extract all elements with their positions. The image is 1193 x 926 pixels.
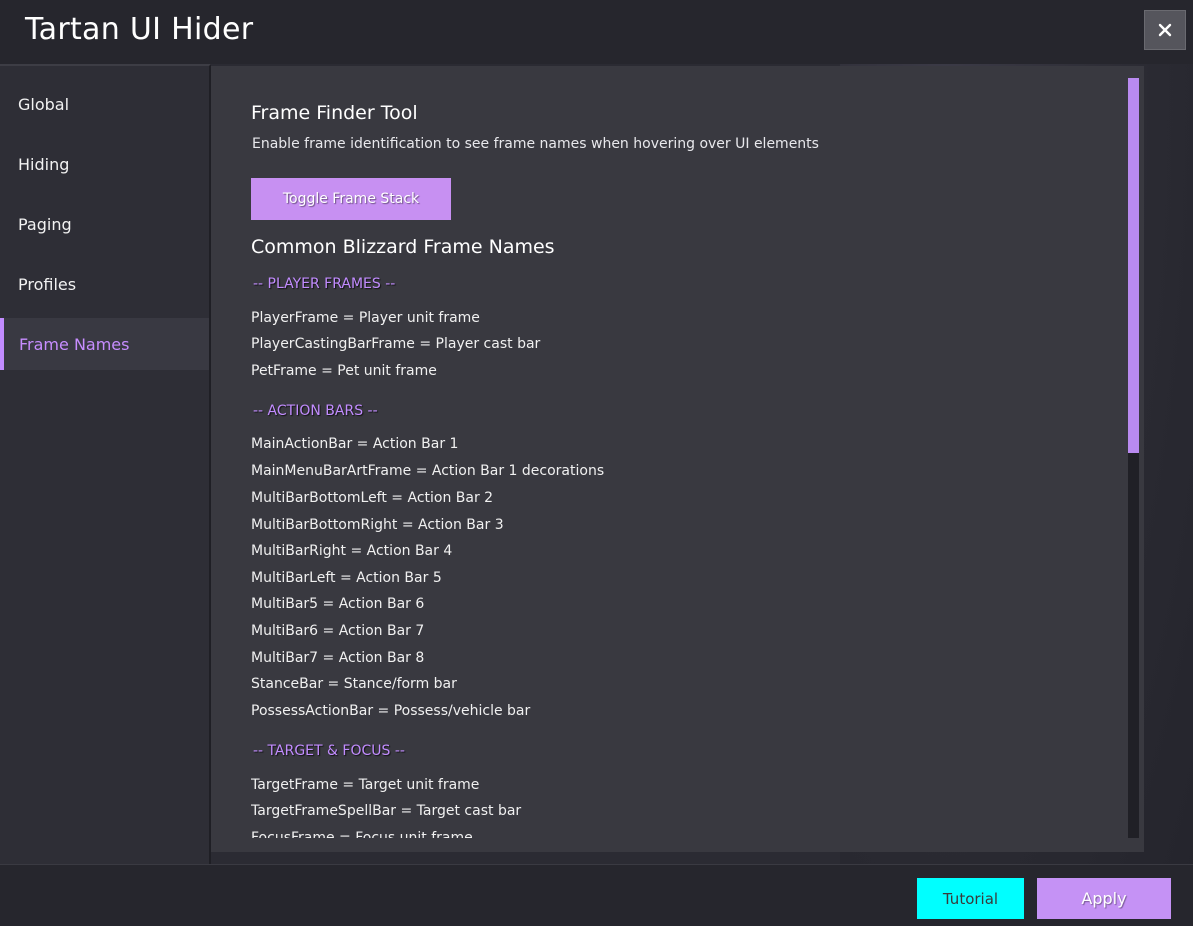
scrollbar[interactable] <box>1128 78 1139 838</box>
sidebar-item-paging[interactable]: Paging <box>0 198 209 250</box>
list-item: PlayerFrame = Player unit frame <box>251 310 480 326</box>
list-item: PossessActionBar = Possess/vehicle bar <box>251 703 531 719</box>
toggle-frame-stack-button[interactable]: Toggle Frame Stack <box>251 178 451 220</box>
scrollbar-thumb[interactable] <box>1128 78 1139 453</box>
sidebar-item-label: Global <box>18 94 70 114</box>
list-item: MultiBar6 = Action Bar 7 <box>251 623 425 639</box>
sidebar-item-label: Frame Names <box>19 334 130 354</box>
footer: Tutorial Apply <box>0 864 1193 926</box>
list-item: StanceBar = Stance/form bar <box>251 676 457 692</box>
sidebar-item-global[interactable]: Global <box>0 78 209 130</box>
window-title: Tartan UI Hider <box>25 12 254 47</box>
group-header-target-focus: -- TARGET & FOCUS -- <box>253 743 405 759</box>
tutorial-button[interactable]: Tutorial <box>917 878 1024 919</box>
frame-names-title: Common Blizzard Frame Names <box>251 236 555 258</box>
list-item: FocusFrame = Focus unit frame <box>251 830 473 838</box>
list-item: MultiBarBottomRight = Action Bar 3 <box>251 517 504 533</box>
list-item: MultiBar5 = Action Bar 6 <box>251 596 425 612</box>
sidebar-item-frame-names[interactable]: Frame Names <box>0 318 209 370</box>
sidebar-item-hiding[interactable]: Hiding <box>0 138 209 190</box>
sidebar: Global Hiding Paging Profiles Frame Name… <box>0 64 211 864</box>
close-icon <box>1158 23 1172 37</box>
list-item: MultiBarRight = Action Bar 4 <box>251 543 453 559</box>
title-bar: Tartan UI Hider <box>0 0 1193 64</box>
list-item: MultiBarLeft = Action Bar 5 <box>251 570 442 586</box>
list-item: MultiBar7 = Action Bar 8 <box>251 650 425 666</box>
list-item: TargetFrame = Target unit frame <box>251 777 480 793</box>
apply-button[interactable]: Apply <box>1037 878 1171 919</box>
close-button[interactable] <box>1144 10 1186 50</box>
list-item: MainMenuBarArtFrame = Action Bar 1 decor… <box>251 463 605 479</box>
content-panel: Frame Finder Tool Enable frame identific… <box>211 66 1144 852</box>
sidebar-item-label: Hiding <box>18 154 70 174</box>
group-header-player-frames: -- PLAYER FRAMES -- <box>253 276 396 292</box>
sidebar-item-label: Profiles <box>18 274 77 294</box>
scroll-content[interactable]: Frame Finder Tool Enable frame identific… <box>251 66 1121 838</box>
group-header-action-bars: -- ACTION BARS -- <box>253 403 378 419</box>
list-item: PetFrame = Pet unit frame <box>251 363 437 379</box>
list-item: PlayerCastingBarFrame = Player cast bar <box>251 336 541 352</box>
list-item: MultiBarBottomLeft = Action Bar 2 <box>251 490 494 506</box>
frame-finder-title: Frame Finder Tool <box>251 102 418 124</box>
list-item: MainActionBar = Action Bar 1 <box>251 436 459 452</box>
sidebar-item-label: Paging <box>18 214 72 234</box>
frame-finder-description: Enable frame identification to see frame… <box>252 136 819 152</box>
sidebar-item-profiles[interactable]: Profiles <box>0 258 209 310</box>
list-item: TargetFrameSpellBar = Target cast bar <box>251 803 522 819</box>
